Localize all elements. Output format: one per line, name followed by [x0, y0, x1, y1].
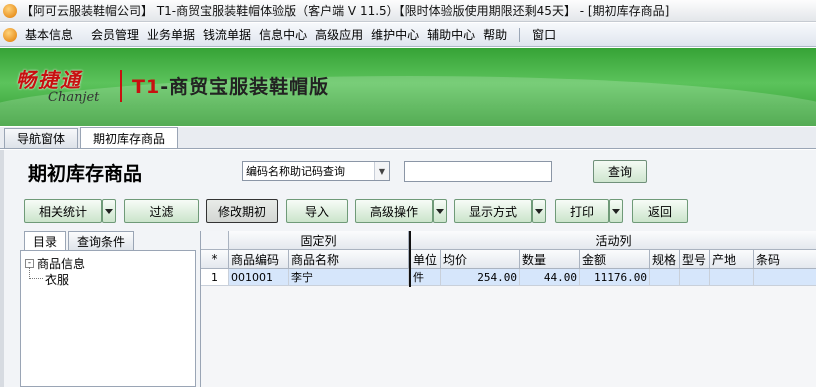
- col-header-qty[interactable]: 数量: [520, 250, 580, 269]
- col-header-unit[interactable]: 单位: [411, 250, 441, 269]
- menu-app-icon: [3, 27, 17, 42]
- menu-basic-info[interactable]: 基本信息: [21, 26, 87, 43]
- cell-model[interactable]: [680, 269, 710, 286]
- tree-node-label[interactable]: 商品信息: [37, 255, 85, 272]
- related-stats-button[interactable]: 相关统计: [24, 199, 102, 223]
- product-prefix: T1: [132, 76, 161, 98]
- product-grid: 固定列 活动列 * 商品编码 商品名称 单位 均价 数量 金额 规格 型号 产地…: [200, 231, 816, 387]
- tab-catalog[interactable]: 目录: [24, 231, 67, 250]
- cell-amount[interactable]: 11176.00: [580, 269, 650, 286]
- category-tree: - 商品信息 衣服: [20, 250, 196, 387]
- menu-window[interactable]: 窗口: [528, 26, 560, 43]
- col-header-spec[interactable]: 规格: [650, 250, 680, 269]
- menu-cash-docs[interactable]: 钱流单据: [199, 26, 255, 43]
- import-button[interactable]: 导入: [286, 199, 348, 223]
- group-fixed-columns: 固定列: [229, 231, 409, 250]
- window-title: 【阿可云服装鞋帽公司】 T1-商贸宝服装鞋帽体验版（客户端 V 11.5）【限时…: [21, 4, 670, 18]
- back-button[interactable]: 返回: [632, 199, 688, 223]
- search-input[interactable]: [404, 161, 552, 182]
- dropdown-arrow-icon: [612, 208, 620, 214]
- cell-unit[interactable]: 件: [411, 269, 441, 286]
- dropdown-arrow-icon: [105, 208, 113, 214]
- print-button[interactable]: 打印: [555, 199, 609, 223]
- menu-maintenance[interactable]: 维护中心: [367, 26, 423, 43]
- tab-query-conditions[interactable]: 查询条件: [68, 231, 135, 250]
- display-mode-button[interactable]: 显示方式: [454, 199, 532, 223]
- col-header-amount[interactable]: 金额: [580, 250, 650, 269]
- tree-node-child[interactable]: 衣服: [45, 271, 69, 288]
- related-stats-dropdown[interactable]: [102, 199, 116, 223]
- menu-assist[interactable]: 辅助中心: [423, 26, 479, 43]
- logo-chinese: 畅捷通: [16, 68, 82, 92]
- tab-initial-stock[interactable]: 期初库存商品: [80, 127, 179, 148]
- product-suffix: -商贸宝服装鞋帽版: [160, 76, 330, 98]
- document-tabs: 导航窗体 期初库存商品: [0, 127, 816, 149]
- banner-wave: [0, 76, 816, 126]
- product-banner: 畅捷通 Chanjet T1-商贸宝服装鞋帽版: [0, 48, 816, 126]
- filter-button[interactable]: 过滤: [124, 199, 199, 223]
- tree-node-root[interactable]: - 商品信息: [25, 255, 85, 272]
- advanced-ops-dropdown[interactable]: [433, 199, 447, 223]
- row-number[interactable]: 1: [201, 269, 229, 286]
- display-mode-dropdown[interactable]: [532, 199, 546, 223]
- menu-advanced[interactable]: 高级应用: [311, 26, 367, 43]
- col-header-name[interactable]: 商品名称: [289, 250, 409, 269]
- col-header-barcode[interactable]: 条码: [754, 250, 816, 269]
- cell-origin[interactable]: [710, 269, 754, 286]
- action-toolbar: 相关统计 过滤 修改期初 导入 高级操作 显示方式 打印 返回: [0, 199, 816, 224]
- group-active-columns: 活动列: [411, 231, 816, 250]
- dropdown-arrow-icon: [436, 208, 444, 214]
- tab-navigation[interactable]: 导航窗体: [4, 128, 79, 148]
- dropdown-arrow-icon: [535, 208, 543, 214]
- menu-bar: 基本信息 会员管理 业务单据 钱流单据 信息中心 高级应用 维护中心 辅助中心 …: [0, 23, 816, 47]
- col-header-code[interactable]: 商品编码: [229, 250, 289, 269]
- grid-corner[interactable]: *: [201, 250, 229, 269]
- tree-connector: [29, 278, 43, 279]
- menu-separator: [519, 27, 521, 42]
- cell-name[interactable]: 李宁: [289, 269, 409, 286]
- logo-english: Chanjet: [48, 90, 100, 105]
- advanced-ops-button[interactable]: 高级操作: [355, 199, 433, 223]
- col-header-avg-price[interactable]: 均价: [441, 250, 520, 269]
- cell-qty[interactable]: 44.00: [520, 269, 580, 286]
- menu-help[interactable]: 帮助: [479, 26, 511, 43]
- search-mode-select[interactable]: 编码名称助记码查询 ▼: [242, 161, 390, 181]
- frozen-column-divider[interactable]: [409, 231, 411, 287]
- menu-business-docs[interactable]: 业务单据: [143, 26, 199, 43]
- app-icon: [3, 3, 17, 18]
- logo-divider: [120, 70, 122, 102]
- grid-corner-blank: [201, 231, 229, 250]
- title-bar: 【阿可云服装鞋帽公司】 T1-商贸宝服装鞋帽体验版（客户端 V 11.5）【限时…: [0, 0, 816, 22]
- col-header-model[interactable]: 型号: [680, 250, 710, 269]
- page-title: 期初库存商品: [28, 163, 143, 185]
- menu-info-center[interactable]: 信息中心: [255, 26, 311, 43]
- modify-initial-button[interactable]: 修改期初: [206, 199, 278, 223]
- search-mode-value: 编码名称助记码查询: [246, 165, 345, 178]
- menu-member[interactable]: 会员管理: [87, 26, 143, 43]
- left-panel-tabs: 目录 查询条件: [24, 231, 136, 250]
- chevron-down-icon[interactable]: ▼: [374, 162, 389, 180]
- search-button[interactable]: 查询: [593, 160, 647, 183]
- cell-barcode[interactable]: [754, 269, 816, 286]
- cell-code[interactable]: 001001: [229, 269, 289, 286]
- cell-spec[interactable]: [650, 269, 680, 286]
- col-header-origin[interactable]: 产地: [710, 250, 754, 269]
- product-name: T1-商贸宝服装鞋帽版: [132, 72, 329, 99]
- print-dropdown[interactable]: [609, 199, 623, 223]
- cell-avg-price[interactable]: 254.00: [441, 269, 520, 286]
